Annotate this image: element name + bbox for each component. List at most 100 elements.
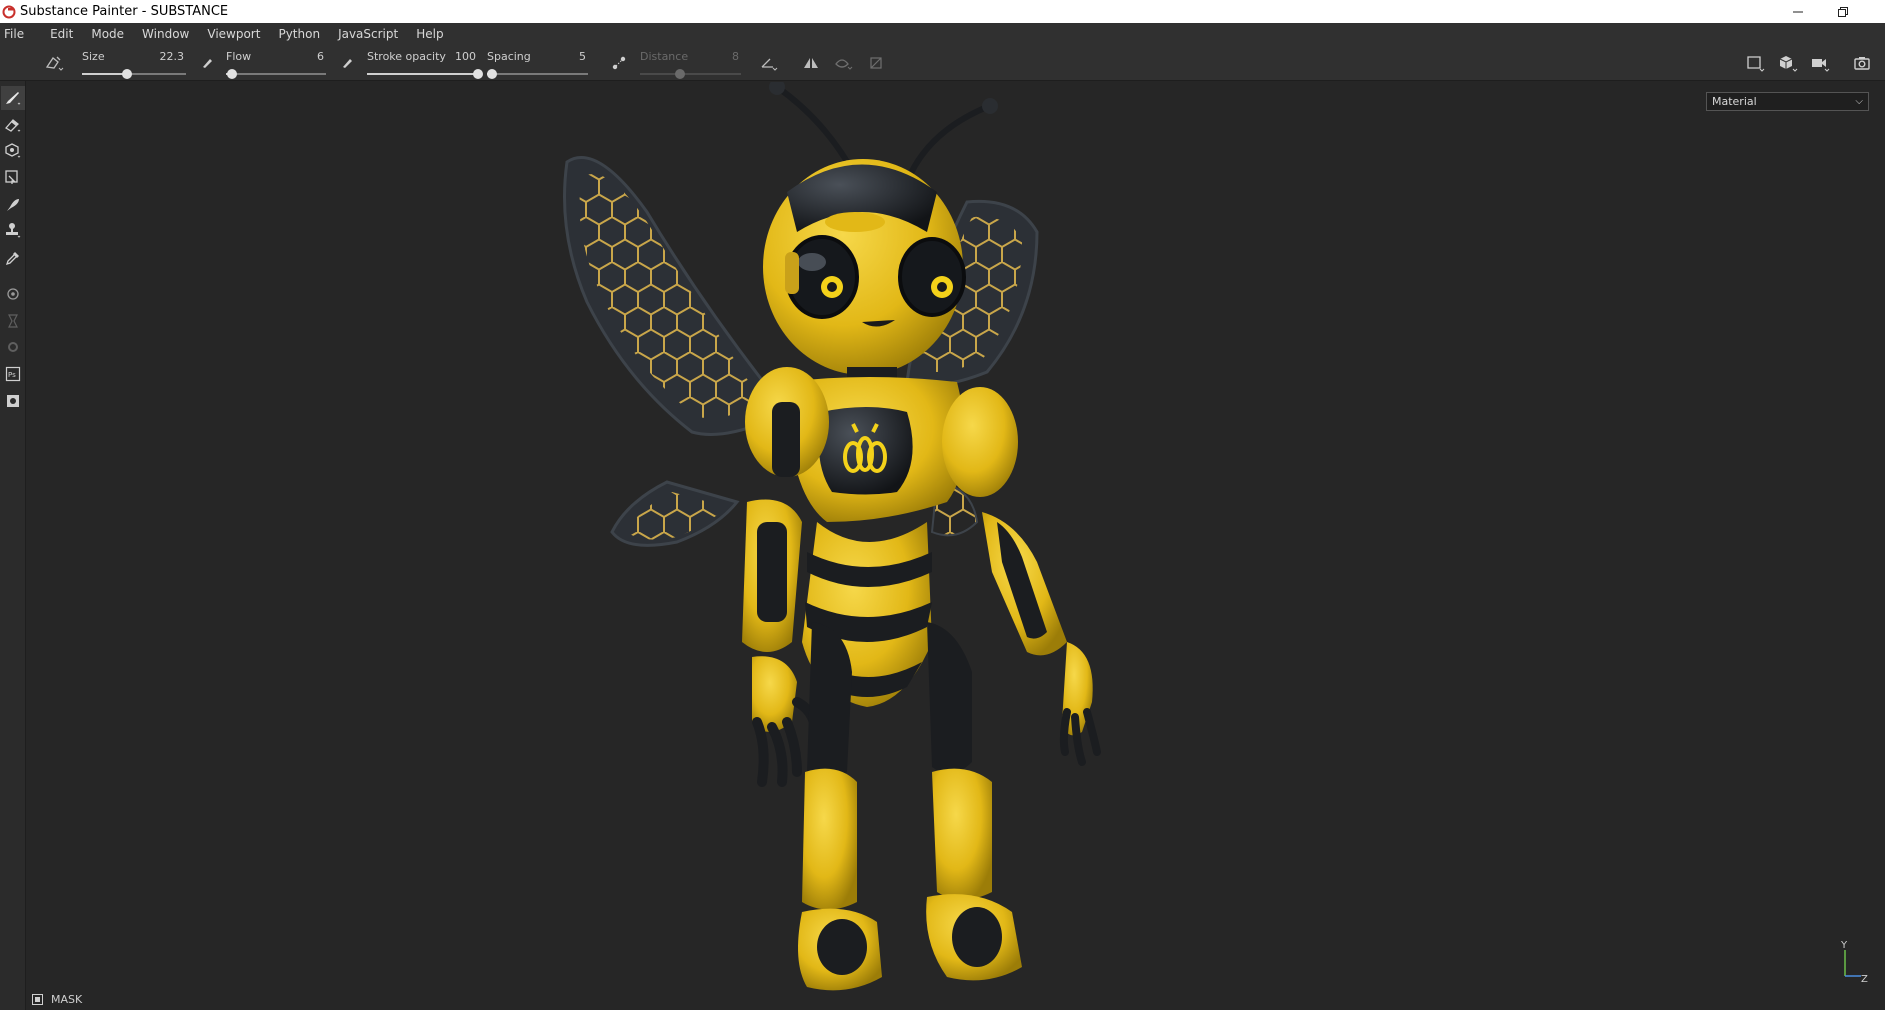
distance-value: 8 bbox=[732, 50, 739, 63]
menu-javascript[interactable]: JavaScript bbox=[333, 23, 406, 45]
minimize-icon bbox=[1793, 11, 1803, 12]
flow-pen-pressure-toggle[interactable] bbox=[335, 52, 359, 74]
size-handle[interactable] bbox=[121, 69, 132, 79]
paint-tool-button[interactable] bbox=[1, 86, 25, 110]
3d-view-button[interactable] bbox=[1776, 52, 1800, 74]
photoshop-export-icon: Ps bbox=[5, 366, 21, 382]
clone-stamp-icon bbox=[6, 223, 21, 238]
stroke-opacity-fill bbox=[367, 73, 478, 75]
eraser-tool-button[interactable] bbox=[1, 113, 25, 137]
distance-handle bbox=[675, 69, 686, 79]
size-fill bbox=[82, 73, 127, 75]
uv-view-button[interactable] bbox=[1743, 52, 1767, 74]
display-mode-value: Material bbox=[1712, 95, 1757, 108]
pen-pressure-icon bbox=[203, 59, 212, 68]
brush-preset-button[interactable] bbox=[42, 52, 66, 74]
menu-file[interactable]: File bbox=[0, 23, 32, 45]
smudge-icon bbox=[7, 199, 19, 211]
color-picker-tool-button[interactable] bbox=[1, 246, 25, 270]
settings-button[interactable] bbox=[1, 335, 25, 359]
transform-button[interactable] bbox=[864, 52, 888, 74]
context-toolbar: Size 22.3 Flow 6 Stroke opacity 100 Spac… bbox=[0, 45, 1885, 81]
axis-gizmo: Y Z bbox=[1840, 940, 1868, 985]
right-leg bbox=[926, 622, 1022, 981]
symmetry-button[interactable] bbox=[799, 52, 823, 74]
stroke-opacity-handle[interactable] bbox=[473, 69, 483, 79]
2d-view-icon bbox=[1747, 56, 1765, 72]
head bbox=[763, 159, 966, 375]
distance-label: Distance bbox=[640, 50, 689, 63]
mask-label: MASK bbox=[51, 992, 83, 1006]
video-camera-icon bbox=[1812, 59, 1830, 72]
axis-y-label: Y bbox=[1840, 940, 1848, 951]
stroke-opacity-slider[interactable]: Stroke opacity 100 bbox=[367, 48, 483, 80]
spacing-label: Spacing bbox=[487, 50, 531, 63]
cube-icon bbox=[1779, 56, 1798, 72]
projection-tool-button[interactable] bbox=[1, 139, 25, 163]
menu-viewport[interactable]: Viewport bbox=[202, 23, 268, 45]
bee-robot-model[interactable] bbox=[27, 82, 1885, 1010]
restore-button[interactable] bbox=[1820, 0, 1866, 23]
transform-icon bbox=[870, 57, 882, 69]
distance-slider[interactable]: Distance 8 bbox=[640, 48, 741, 80]
iray-button[interactable] bbox=[1, 309, 25, 333]
pen-pressure-icon bbox=[343, 59, 352, 68]
flow-slider[interactable]: Flow 6 bbox=[226, 48, 326, 80]
axis-z-label: Z bbox=[1861, 974, 1868, 985]
3d-viewport[interactable] bbox=[27, 82, 1885, 1010]
spatial-options-button[interactable] bbox=[831, 52, 855, 74]
menu-edit[interactable]: Edit bbox=[45, 23, 81, 45]
smudge-tool-button[interactable] bbox=[1, 193, 25, 217]
size-pen-pressure-toggle[interactable] bbox=[195, 52, 219, 74]
lazy-mouse-toggle[interactable] bbox=[607, 52, 631, 74]
polygon-fill-icon bbox=[5, 170, 18, 184]
svg-text:Ps: Ps bbox=[8, 371, 16, 379]
stroke-opacity-value[interactable]: 100 bbox=[455, 50, 476, 63]
camera-settings-button[interactable] bbox=[1808, 52, 1832, 74]
spacing-handle[interactable] bbox=[487, 69, 498, 79]
menu-window[interactable]: Window bbox=[137, 23, 197, 45]
polygon-fill-tool-button[interactable] bbox=[1, 166, 25, 190]
mask-toggle[interactable]: MASK bbox=[32, 990, 82, 1008]
left-tool-bar: Ps bbox=[0, 81, 26, 1010]
export-textures-button[interactable] bbox=[1, 389, 25, 413]
eraser-icon bbox=[4, 119, 21, 132]
flow-handle[interactable] bbox=[227, 69, 237, 79]
screenshot-button[interactable] bbox=[1850, 52, 1874, 74]
size-slider[interactable]: Size 22.3 bbox=[82, 48, 186, 80]
menu-python[interactable]: Python bbox=[273, 23, 328, 45]
alignment-button[interactable] bbox=[757, 52, 781, 74]
mask-checkbox[interactable] bbox=[32, 993, 43, 1005]
chevron-down-icon: ⌵ bbox=[1855, 96, 1863, 107]
clone-tool-button[interactable] bbox=[1, 219, 25, 243]
symmetry-icon bbox=[804, 58, 818, 68]
window-title: Substance Painter - SUBSTANCE bbox=[20, 4, 229, 19]
texture-export-icon bbox=[7, 395, 19, 407]
spacing-value[interactable]: 5 bbox=[579, 50, 586, 63]
iray-icon bbox=[8, 314, 18, 328]
restore-icon bbox=[1838, 6, 1848, 17]
projection-icon bbox=[5, 143, 21, 158]
menu-help[interactable]: Help bbox=[411, 23, 451, 45]
flow-value[interactable]: 6 bbox=[317, 50, 324, 63]
menu-mode[interactable]: Mode bbox=[86, 23, 132, 45]
display-mode-select[interactable]: Material ⌵ bbox=[1706, 92, 1869, 111]
left-wing bbox=[563, 156, 790, 547]
bake-icon bbox=[7, 288, 19, 300]
bake-button[interactable] bbox=[1, 282, 25, 306]
size-value[interactable]: 22.3 bbox=[160, 50, 185, 63]
photoshop-export-button[interactable]: Ps bbox=[1, 362, 25, 386]
minimize-button[interactable] bbox=[1775, 0, 1821, 23]
brush-preset-icon bbox=[45, 56, 64, 71]
spacing-slider[interactable]: Spacing 5 bbox=[487, 48, 588, 80]
color-picker-icon bbox=[5, 252, 19, 266]
title-bar: Substance Painter - SUBSTANCE bbox=[0, 0, 1885, 23]
gear-icon bbox=[8, 342, 18, 352]
photo-camera-icon bbox=[1854, 57, 1870, 70]
distance-track bbox=[640, 73, 741, 75]
substance-painter-logo-icon bbox=[2, 5, 16, 18]
stroke-opacity-label: Stroke opacity bbox=[367, 50, 446, 63]
lazy-mouse-icon bbox=[612, 56, 626, 70]
menu-bar: File Edit Mode Window Viewport Python Ja… bbox=[0, 23, 1885, 45]
spatial-options-icon bbox=[835, 59, 853, 70]
